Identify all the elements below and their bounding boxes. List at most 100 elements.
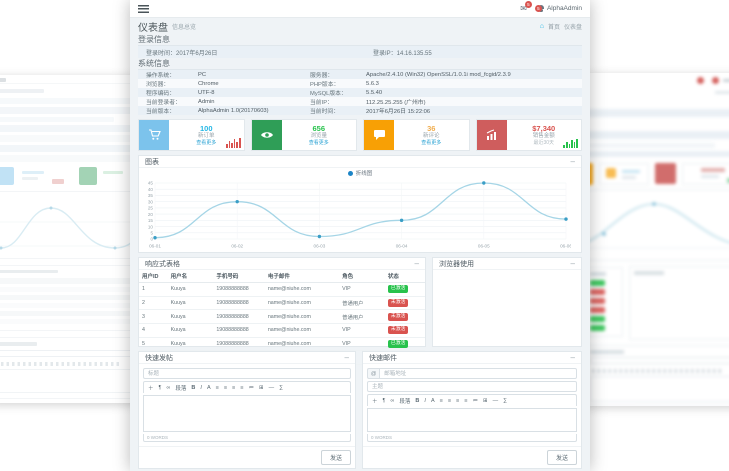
editor-toolbar-button[interactable]: B [413,397,421,405]
editor-toolbar-button[interactable]: I [198,384,204,392]
cell-username: Kuuya [168,310,214,324]
editor-toolbar-button[interactable]: — [491,397,501,405]
editor-toolbar-button[interactable]: ≡ [238,384,245,392]
info-label: 当前时间： [310,106,366,115]
info-value: Apache/2.4.10 (Win32) OpenSSL/1.0.1i mod… [366,72,582,78]
svg-text:20: 20 [148,212,154,217]
navbar-right: ✉5 5 AlphaAdmin [520,5,582,13]
editor-toolbar-button[interactable]: ≡ [222,384,229,392]
info-label: 当前IP： [310,97,366,106]
editor-toolbar-button[interactable]: ∞ [164,384,172,392]
editor-toolbar-button[interactable]: ≡ [446,397,453,405]
decor-title-bar [0,89,44,93]
cell-status: 已激活 [385,337,425,351]
editor-toolbar-button[interactable]: ⊞ [257,384,266,392]
login-time: 登录时间：2017年6月26日 [138,48,373,57]
editor-toolbar-button[interactable]: ≡ [214,384,221,392]
editor-content-area[interactable] [367,408,577,432]
editor-toolbar-button[interactable]: ¶ [381,397,388,405]
cell-username: Kuuya [168,337,214,351]
editor-toolbar-button[interactable]: ∑ [501,397,509,405]
view-more-link[interactable]: 查看更多 [309,140,329,146]
collapse-icon[interactable]: – [415,260,419,268]
spark-bar [231,143,233,148]
editor-toolbar-button[interactable]: ＋ [370,396,380,406]
system-info-row: 程序编码：UTF-8MySQL版本：5.5.40 [138,88,582,97]
bottom-row: 快速发帖 – ＋¶∞段落BIA≡≡≡≡≔⊞—∑ 0 WORDS 发送 [138,351,582,469]
quick-mail-header: 快速邮件 – [363,352,581,364]
send-button[interactable]: 发送 [547,450,577,465]
quick-post-title: 快速发帖 [145,353,173,363]
decor-editor-input [590,357,729,364]
decor-table-row [0,303,139,308]
editor-toolbar-button[interactable]: ≡ [230,384,237,392]
editor-toolbar-button[interactable]: 段落 [173,383,188,393]
decor-row [0,125,143,132]
chart-legend[interactable]: 折线图 [139,168,581,178]
post-title-input[interactable] [143,368,351,379]
bar-chart-icon [485,129,498,141]
messages-icon[interactable]: ✉5 [520,5,527,13]
stat-card-text: 36新评论查看更多 [394,120,469,150]
collapse-icon[interactable]: – [571,158,575,166]
decor-stat-value [103,171,123,174]
svg-text:06-05: 06-05 [478,244,490,249]
editor-toolbar-button[interactable]: 段落 [397,396,412,406]
breadcrumb-home[interactable]: 首页 [548,22,560,31]
editor-toolbar-button[interactable]: A [205,384,213,392]
decor-chart-panel [0,191,143,259]
editor-toolbar-button[interactable]: I [422,397,428,405]
editor-content-area[interactable] [143,395,351,432]
stat-label: 销售金额 [533,133,555,140]
editor-toolbar-button[interactable]: ≡ [454,397,461,405]
info-value: PC [198,72,310,78]
editor-toolbar-button[interactable]: ≔ [470,397,480,405]
info-label: 当前版本： [138,106,198,115]
decor-card-label [701,175,719,178]
editor-toolbar-button[interactable]: ¶ [157,384,164,392]
editor-toolbar-button[interactable]: B [189,384,197,392]
decor-editor-toolbar [592,369,722,373]
collapse-icon[interactable]: – [571,354,575,362]
spark-bar [576,139,578,148]
editor-toolbar-button[interactable]: ≔ [246,384,256,392]
cell-status: 未激活 [385,310,425,324]
background-window-left [0,75,147,403]
decor-col-title [590,272,606,276]
collapse-icon[interactable]: – [571,260,575,268]
right-window-content [585,73,729,406]
cell-username: Kuuya [168,296,214,310]
editor-toolbar-button[interactable]: ≡ [438,397,445,405]
send-button[interactable]: 发送 [321,450,351,465]
editor-toolbar-button[interactable]: A [429,397,437,405]
line-chart: 05101520253035404506-0106-0206-0306-0406… [139,178,571,250]
info-value: 5.6.3 [366,81,582,87]
editor-toolbar-button[interactable]: ＋ [146,383,156,393]
decor-crumb-bar [715,91,729,94]
username-menu[interactable]: AlphaAdmin [547,5,582,12]
editor-toolbar-button[interactable]: ⊞ [481,397,490,405]
subject-input[interactable] [367,381,577,392]
notifications-badge: 5 [535,5,542,12]
editor-toolbar-button[interactable]: ∑ [277,384,285,392]
cell-user-id: 2 [139,296,168,310]
at-addon: @ [367,368,379,379]
stat-label: 新订单 [198,133,215,140]
editor-toolbar-button[interactable]: — [267,384,277,392]
cell-email: name@niuhe.com [265,283,339,297]
decor-login-bar [0,107,143,114]
email-address-input[interactable] [379,368,577,379]
col-phone: 手机号码 [213,270,264,283]
menu-toggle-icon[interactable] [138,5,149,13]
editor-toolbar-button[interactable]: ≡ [462,397,469,405]
view-more-link[interactable]: 查看更多 [421,140,441,146]
quick-post-panel: 快速发帖 – ＋¶∞段落BIA≡≡≡≡≔⊞—∑ 0 WORDS 发送 [138,351,356,469]
stat-cards-row: 100新订单查看更多656浏览量查看更多36新评论查看更多$7,340销售金额最… [138,119,582,151]
collapse-icon[interactable]: – [345,354,349,362]
stat-value: 36 [427,124,435,133]
view-more-link[interactable]: 查看更多 [196,140,216,146]
decor-badge-red [590,298,605,304]
decor-editor-toolbar [1,362,121,366]
chart-panel-header: 图表 – [139,156,581,168]
editor-toolbar-button[interactable]: ∞ [388,397,396,405]
